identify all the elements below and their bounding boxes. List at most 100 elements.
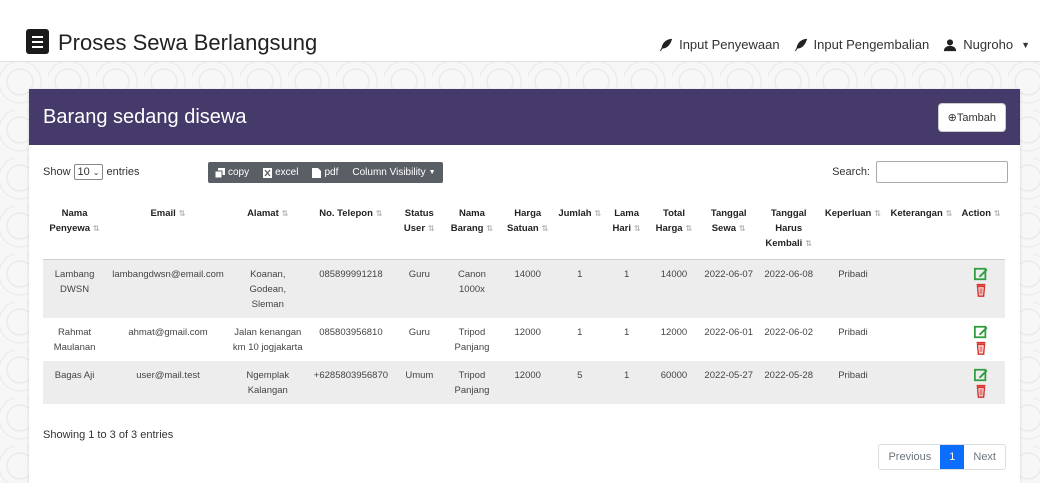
rental-table: Nama Penyewa ⇅ Email ⇅ Alamat ⇅ No. Telepon… [43, 202, 1005, 404]
cell-nama-penyewa: Lambang DWSN [54, 269, 95, 295]
header-tanggal-harus-kembali[interactable]: Tanggal Harus Kembali ⇅ [757, 202, 821, 260]
entries-select[interactable]: 10 ⌄ [73, 164, 104, 180]
cell-nama-barang: Tripod Panjang [454, 327, 490, 353]
trash-icon[interactable] [974, 283, 988, 297]
cell-lama-hari: 1 [623, 370, 630, 381]
table-info: Showing 1 to 3 of 3 entries [43, 429, 174, 441]
rental-card: Barang sedang disewa ⊕Tambah Show 10 ⌄ e… [29, 89, 1020, 483]
table-toolbar: Show 10 ⌄ entries copy excel pdf Column … [43, 161, 1008, 183]
top-nav: Input Penyewaan Input Pengembalian Nugro… [659, 37, 1030, 52]
header-email[interactable]: Email ⇅ [106, 202, 230, 260]
excel-icon [263, 167, 273, 178]
column-visibility-label: Column Visibility [352, 167, 426, 178]
cell-harga-satuan: 14000 [514, 269, 541, 280]
cell-harga-satuan: 12000 [514, 370, 541, 381]
edit-icon[interactable] [974, 325, 988, 339]
cell-total-harga: 12000 [660, 327, 688, 338]
user-icon [944, 38, 957, 51]
cell-keperluan: Pribadi [838, 327, 868, 338]
cell-alamat: Koanan, Godean, Sleman [249, 269, 286, 310]
cell-no-telepon: 085899991218 [319, 269, 383, 280]
next-button[interactable]: Next [964, 445, 1005, 469]
add-button[interactable]: ⊕Tambah [937, 102, 1006, 132]
page-title: Proses Sewa Berlangsung [58, 30, 318, 55]
user-menu[interactable]: Nugroho ▼ [943, 37, 1030, 52]
previous-button[interactable]: Previous [879, 445, 940, 469]
header-status-user[interactable]: Status User ⇅ [396, 202, 443, 260]
menu-toggle-icon[interactable] [26, 29, 49, 54]
copy-label: copy [228, 167, 250, 178]
cell-tanggal-sewa: 2022-05-27 [704, 370, 754, 381]
cell-status-user: Guru [408, 269, 430, 280]
cell-nama-barang: Tripod Panjang [454, 370, 490, 396]
header-no-telepon[interactable]: No. Telepon ⇅ [305, 202, 397, 260]
cell-keterangan [886, 260, 958, 319]
export-buttons: copy excel pdf Column Visibility ▼ [208, 162, 443, 183]
column-visibility-button[interactable]: Column Visibility ▼ [345, 162, 442, 183]
excel-button[interactable]: excel [256, 162, 305, 183]
cell-jumlah: 1 [577, 327, 583, 338]
nav-input-penyewaan-label: Input Penyewaan [679, 37, 780, 52]
cell-email: lambangdwsn@email.com [112, 269, 224, 280]
cell-status-user: Umum [405, 370, 434, 381]
cell-keterangan [886, 361, 958, 404]
chevron-down-icon: ⌄ [92, 167, 100, 177]
card-header: Barang sedang disewa ⊕Tambah [29, 89, 1020, 145]
header-action[interactable]: Action ⇅ [957, 202, 1005, 260]
show-entries: Show 10 ⌄ entries [43, 164, 140, 180]
search-input[interactable] [876, 161, 1008, 183]
cell-lama-hari: 1 [623, 327, 630, 338]
header-lama-hari[interactable]: Lama Hari ⇅ [605, 202, 648, 260]
header-tanggal-sewa[interactable]: Tanggal Sewa ⇅ [700, 202, 758, 260]
copy-icon [215, 167, 225, 178]
cell-jumlah: 1 [577, 269, 583, 280]
cell-tanggal-harus-kembali: 2022-06-02 [764, 327, 813, 338]
trash-icon[interactable] [974, 341, 988, 355]
nav-input-pengembalian[interactable]: Input Pengembalian [794, 37, 930, 52]
cell-action [957, 318, 1005, 361]
header-keterangan[interactable]: Keterangan ⇅ [885, 202, 958, 260]
header-total-harga[interactable]: Total Harga ⇅ [647, 202, 701, 260]
header-harga-satuan[interactable]: Harga Satuan ⇅ [501, 202, 555, 260]
caret-down-icon: ▼ [428, 169, 436, 176]
entries-select-value: 10 [77, 166, 90, 178]
cell-no-telepon: +6285803956870 [313, 370, 389, 381]
cell-keterangan [886, 318, 958, 361]
header-keperluan[interactable]: Keperluan ⇅ [820, 202, 886, 260]
cell-jumlah: 5 [577, 370, 583, 381]
cell-action [957, 260, 1005, 319]
feather-icon [794, 38, 807, 51]
cell-nama-penyewa: Rahmat Maulanan [53, 327, 96, 353]
table-header-row: Nama Penyewa ⇅ Email ⇅ Alamat ⇅ No. Telepon… [43, 202, 1005, 260]
cell-email: ahmat@gmail.com [128, 327, 208, 338]
copy-button[interactable]: copy [208, 162, 256, 183]
header-alamat[interactable]: Alamat ⇅ [229, 202, 306, 260]
header-nama-penyewa[interactable]: Nama Penyewa ⇅ [43, 202, 107, 260]
entries-label: entries [106, 166, 140, 178]
pdf-icon [312, 167, 322, 178]
cell-total-harga: 60000 [660, 370, 688, 381]
top-navbar: Proses Sewa Berlangsung Input Penyewaan … [0, 0, 1040, 62]
edit-icon[interactable] [974, 368, 988, 382]
search-label: Search: [832, 166, 870, 178]
feather-icon [659, 38, 673, 51]
cell-tanggal-sewa: 2022-06-07 [704, 269, 754, 280]
nav-input-penyewaan[interactable]: Input Penyewaan [659, 37, 780, 52]
header-jumlah[interactable]: Jumlah ⇅ [554, 202, 606, 260]
pdf-label: pdf [324, 167, 339, 178]
cell-nama-penyewa: Bagas Aji [54, 370, 95, 381]
edit-icon[interactable] [974, 267, 988, 281]
header-nama-barang[interactable]: Nama Barang ⇅ [442, 202, 502, 260]
nav-input-pengembalian-label: Input Pengembalian [813, 37, 930, 52]
cell-tanggal-harus-kembali: 2022-05-28 [764, 370, 813, 381]
cell-nama-barang: Canon 1000x [457, 269, 486, 295]
cell-keperluan: Pribadi [838, 269, 868, 280]
cell-harga-satuan: 12000 [514, 327, 541, 338]
trash-icon[interactable] [974, 384, 988, 398]
search-area: Search: [832, 161, 1008, 183]
page-1-button[interactable]: 1 [940, 445, 965, 469]
pdf-button[interactable]: pdf [305, 162, 345, 183]
cell-alamat: Ngemplak Kalangan [246, 370, 290, 396]
table-row: Lambang DWSN lambangdwsn@email.com Koana… [43, 259, 1005, 319]
cell-no-telepon: 085803956810 [319, 327, 383, 338]
